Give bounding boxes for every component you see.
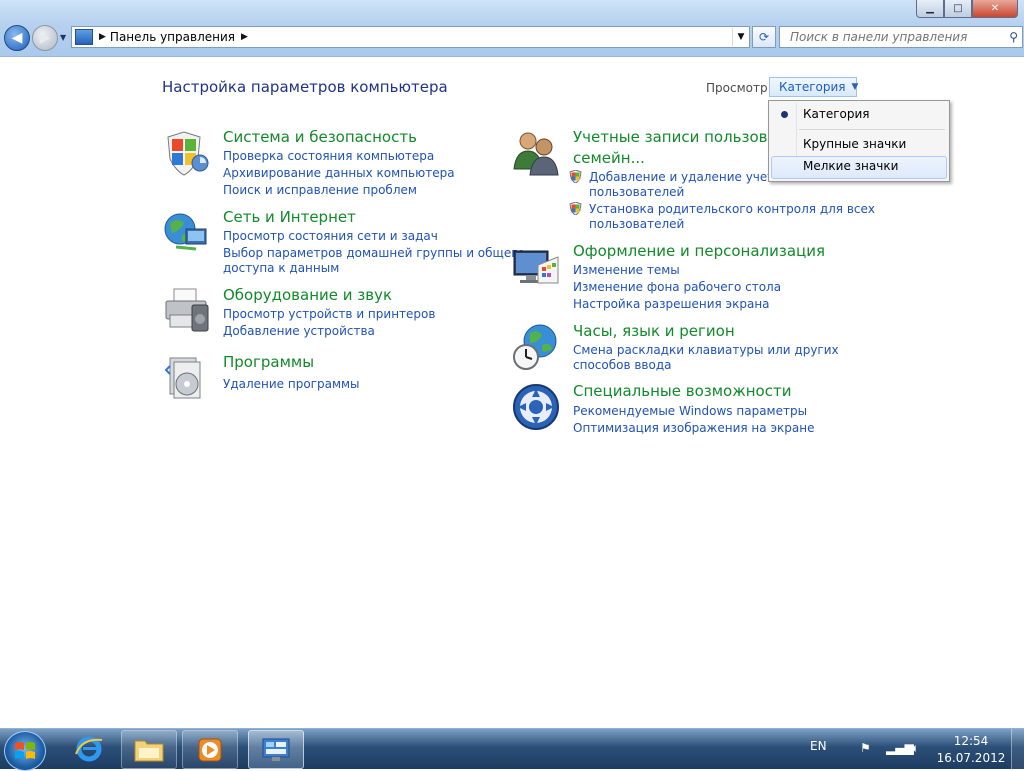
- search-input[interactable]: [788, 29, 1002, 45]
- task-link[interactable]: Архивирование данных компьютера: [223, 166, 455, 180]
- task-link[interactable]: доступа к данным: [223, 261, 339, 275]
- taskbar-media-player[interactable]: [182, 730, 238, 769]
- breadcrumb-control-panel[interactable]: Панель управления: [110, 30, 235, 44]
- breadcrumb-separator-icon[interactable]: ▶: [241, 32, 248, 42]
- task-link[interactable]: Удаление программы: [223, 377, 360, 391]
- window-controls: ▁ □ ✕: [916, 0, 1018, 18]
- network-signal-icon[interactable]: ▂▄▆: [886, 741, 914, 755]
- clock[interactable]: 12:54 16.07.2012: [936, 733, 1006, 767]
- menu-separator: [799, 129, 945, 130]
- address-bar[interactable]: ▶ Панель управления ▶ ▼: [71, 26, 750, 48]
- category-title[interactable]: Оборудование и звук: [223, 286, 392, 304]
- refresh-icon: ⟳: [758, 30, 770, 44]
- breadcrumb-separator-icon[interactable]: ▶: [99, 32, 106, 42]
- task-link[interactable]: Изменение темы: [573, 263, 680, 277]
- volume-icon[interactable]: 🔈︎: [912, 741, 919, 756]
- arrow-left-icon: ◀: [11, 30, 23, 46]
- action-center-flag-icon[interactable]: ⚑: [860, 741, 871, 755]
- menu-item-large-icons[interactable]: Крупные значки: [803, 137, 906, 151]
- view-by-dropdown[interactable]: Категория ▼: [769, 77, 859, 97]
- chevron-down-icon: ▼: [851, 82, 859, 92]
- view-by-value: Категория: [779, 80, 846, 94]
- taskbar: EN ⚑ ▂▄▆ 🔈︎ 12:54 16.07.2012: [0, 728, 1024, 771]
- windows-logo-icon: [15, 742, 35, 759]
- arrow-right-icon: ▶: [39, 30, 51, 46]
- internet-explorer-icon: [75, 736, 103, 761]
- task-link[interactable]: пользователей: [589, 217, 684, 231]
- window-chrome: ▁ □ ✕ ◀ ▶ ▼ ▶ Панель управления ▶ ▼ ⟳ ⚲: [0, 0, 1024, 57]
- task-link[interactable]: способов ввода: [573, 358, 672, 372]
- task-link[interactable]: Смена раскладки клавиатуры или других: [573, 343, 839, 357]
- taskbar-internet-explorer[interactable]: [62, 730, 116, 767]
- show-desktop-button[interactable]: [1011, 729, 1024, 769]
- control-panel-icon: [262, 738, 290, 761]
- task-link[interactable]: Проверка состояния компьютера: [223, 149, 434, 163]
- task-link[interactable]: Просмотр состояния сети и задач: [223, 229, 438, 243]
- control-panel-icon: [75, 29, 93, 45]
- task-link[interactable]: Рекомендуемые Windows параметры: [573, 404, 807, 418]
- users-icon: [513, 132, 559, 176]
- category-title[interactable]: Учетные записи пользовате: [573, 128, 795, 146]
- menu-item-small-icons[interactable]: Мелкие значки: [803, 159, 898, 173]
- task-link[interactable]: пользователей: [589, 185, 684, 199]
- search-box[interactable]: ⚲: [779, 26, 1023, 48]
- taskbar-control-panel[interactable]: [248, 730, 304, 769]
- task-link[interactable]: Оптимизация изображения на экране: [573, 421, 814, 435]
- minimize-button[interactable]: ▁: [916, 0, 944, 18]
- category-title[interactable]: Сеть и Интернет: [223, 208, 356, 226]
- task-link[interactable]: Поиск и исправление проблем: [223, 183, 417, 197]
- task-link[interactable]: Просмотр устройств и принтеров: [223, 307, 435, 321]
- maximize-button[interactable]: □: [944, 0, 972, 18]
- language-indicator[interactable]: EN: [810, 739, 827, 753]
- task-link[interactable]: Настройка разрешения экрана: [573, 297, 770, 311]
- task-link[interactable]: Установка родительского контроля для все…: [589, 202, 875, 216]
- printer-icon: [165, 288, 209, 332]
- category-title-continued[interactable]: семейн...: [573, 149, 645, 167]
- shield-icon: [167, 131, 209, 176]
- view-by-menu: Категория Крупные значки Мелкие значки: [768, 100, 950, 182]
- refresh-button[interactable]: ⟳: [752, 26, 776, 48]
- forward-button[interactable]: ▶: [32, 25, 58, 51]
- uac-shield-icon: [569, 202, 582, 215]
- uac-shield-icon: [569, 170, 582, 183]
- clock-globe-icon: [513, 324, 557, 370]
- clock-time: 12:54: [953, 734, 989, 748]
- back-button[interactable]: ◀: [4, 25, 30, 51]
- page-title: Настройка параметров компьютера: [162, 78, 448, 96]
- network-globe-icon: [164, 213, 207, 251]
- recent-pages-dropdown[interactable]: ▼: [60, 33, 68, 42]
- folder-icon: [134, 740, 164, 761]
- task-link[interactable]: Изменение фона рабочего стола: [573, 280, 781, 294]
- search-icon[interactable]: ⚲: [1009, 30, 1018, 44]
- task-link[interactable]: Добавление устройства: [223, 324, 375, 338]
- category-title[interactable]: Программы: [223, 353, 314, 371]
- start-button[interactable]: [4, 731, 46, 771]
- taskbar-explorer[interactable]: [121, 730, 177, 769]
- close-button[interactable]: ✕: [972, 0, 1018, 18]
- programs-icon: [164, 357, 201, 399]
- category-title[interactable]: Оформление и персонализация: [573, 242, 825, 260]
- view-by-label: Просмотр:: [706, 81, 772, 95]
- address-history-dropdown[interactable]: ▼: [732, 28, 749, 46]
- media-player-icon: [198, 738, 222, 761]
- accessibility-icon: [513, 384, 559, 430]
- category-title[interactable]: Система и безопасность: [223, 128, 417, 146]
- menu-item-category[interactable]: Категория: [803, 107, 870, 121]
- category-title[interactable]: Часы, язык и регион: [573, 322, 735, 340]
- clock-date: 16.07.2012: [936, 751, 1006, 765]
- display-icon: [513, 250, 559, 284]
- category-title[interactable]: Специальные возможности: [573, 382, 791, 400]
- radio-selected-icon: [781, 111, 788, 118]
- task-link[interactable]: Выбор параметров домашней группы и общег…: [223, 246, 525, 260]
